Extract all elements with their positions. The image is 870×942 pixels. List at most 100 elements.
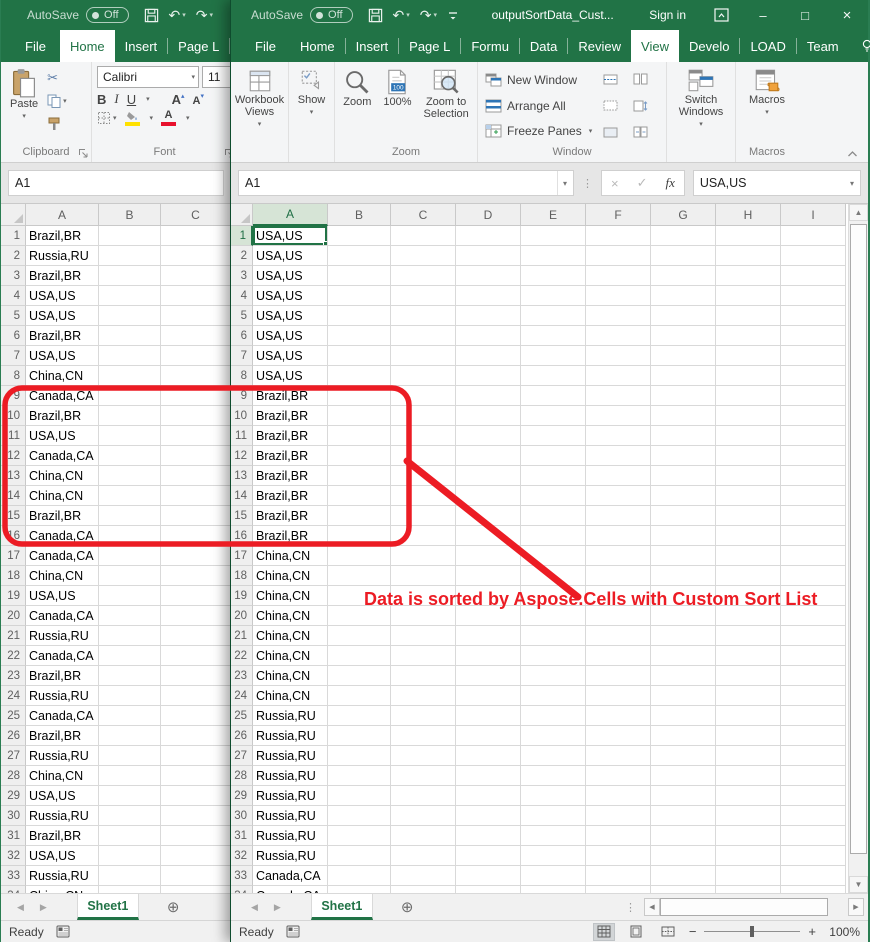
cell-D6[interactable] <box>456 326 521 346</box>
copy-button[interactable]: ▾ <box>44 91 70 111</box>
cell-E28[interactable] <box>521 766 586 786</box>
cell-C9[interactable] <box>391 386 456 406</box>
cell-A8[interactable]: USA,US <box>253 366 328 386</box>
maximize-button[interactable]: □ <box>784 8 826 23</box>
cell-A13[interactable]: China,CN <box>26 466 99 486</box>
cell-A2[interactable]: USA,US <box>253 246 328 266</box>
cell-B2[interactable] <box>99 246 161 266</box>
tab-insert[interactable]: Insert <box>115 30 168 62</box>
cell-I14[interactable] <box>781 486 846 506</box>
row-header-30[interactable]: 30 <box>1 806 26 826</box>
save-button[interactable] <box>368 8 383 23</box>
cell-C3[interactable] <box>161 266 231 286</box>
column-header-a[interactable]: A <box>253 204 328 226</box>
cell-F8[interactable] <box>586 366 651 386</box>
formula-bar-drag-handle[interactable]: ⋮ <box>582 177 593 190</box>
row-header-4[interactable]: 4 <box>1 286 26 306</box>
cell-C15[interactable] <box>391 506 456 526</box>
cell-A8[interactable]: China,CN <box>26 366 99 386</box>
cell-C9[interactable] <box>161 386 231 406</box>
cell-C7[interactable] <box>391 346 456 366</box>
cell-E23[interactable] <box>521 666 586 686</box>
cell-B32[interactable] <box>328 846 391 866</box>
row-header-22[interactable]: 22 <box>231 646 253 666</box>
tab-file[interactable]: File <box>241 30 290 62</box>
cell-B10[interactable] <box>99 406 161 426</box>
cell-C23[interactable] <box>391 666 456 686</box>
cell-B4[interactable] <box>328 286 391 306</box>
cell-E24[interactable] <box>521 686 586 706</box>
cell-G18[interactable] <box>651 566 716 586</box>
cell-G14[interactable] <box>651 486 716 506</box>
cell-H20[interactable] <box>716 606 781 626</box>
cell-E12[interactable] <box>521 446 586 466</box>
cell-C4[interactable] <box>391 286 456 306</box>
cell-F30[interactable] <box>586 806 651 826</box>
next-sheet-button[interactable]: ▶ <box>32 894 55 920</box>
row-header-27[interactable]: 27 <box>231 746 253 766</box>
cell-I29[interactable] <box>781 786 846 806</box>
column-header-a[interactable]: A <box>26 204 99 226</box>
row-header-17[interactable]: 17 <box>231 546 253 566</box>
cell-B23[interactable] <box>99 666 161 686</box>
cell-F9[interactable] <box>586 386 651 406</box>
cell-B16[interactable] <box>328 526 391 546</box>
cell-F33[interactable] <box>586 866 651 886</box>
cell-H9[interactable] <box>716 386 781 406</box>
cell-A18[interactable]: China,CN <box>26 566 99 586</box>
cell-A22[interactable]: China,CN <box>253 646 328 666</box>
row-header-15[interactable]: 15 <box>231 506 253 526</box>
cell-A21[interactable]: China,CN <box>253 626 328 646</box>
cell-B19[interactable] <box>328 586 391 606</box>
cell-B11[interactable] <box>99 426 161 446</box>
cell-F32[interactable] <box>586 846 651 866</box>
column-header-i[interactable]: I <box>781 204 846 226</box>
cell-B12[interactable] <box>99 446 161 466</box>
hide-button[interactable] <box>600 97 620 115</box>
cell-B29[interactable] <box>328 786 391 806</box>
cell-B12[interactable] <box>328 446 391 466</box>
cell-C3[interactable] <box>391 266 456 286</box>
cell-G34[interactable] <box>651 886 716 893</box>
sheet-tab[interactable]: Sheet1 <box>311 894 373 920</box>
cell-F12[interactable] <box>586 446 651 466</box>
cell-C30[interactable] <box>391 806 456 826</box>
unhide-button[interactable] <box>600 123 620 141</box>
tab-develo[interactable]: Develo <box>679 30 739 62</box>
cell-A11[interactable]: Brazil,BR <box>253 426 328 446</box>
cell-H32[interactable] <box>716 846 781 866</box>
cell-C10[interactable] <box>161 406 231 426</box>
column-header-b[interactable]: B <box>99 204 161 226</box>
row-header-21[interactable]: 21 <box>1 626 26 646</box>
new-sheet-button[interactable]: ⊕ <box>153 894 194 920</box>
cell-B18[interactable] <box>99 566 161 586</box>
autosave-toggle[interactable]: Off <box>310 7 352 23</box>
row-header-13[interactable]: 13 <box>1 466 26 486</box>
cell-I3[interactable] <box>781 266 846 286</box>
cell-F4[interactable] <box>586 286 651 306</box>
cell-D31[interactable] <box>456 826 521 846</box>
italic-button[interactable]: I <box>114 91 118 107</box>
close-button[interactable]: × <box>826 7 868 24</box>
cell-E9[interactable] <box>521 386 586 406</box>
cell-I34[interactable] <box>781 886 846 893</box>
cell-A19[interactable]: China,CN <box>253 586 328 606</box>
cell-B2[interactable] <box>328 246 391 266</box>
fill-color-button[interactable] <box>125 111 140 126</box>
enter-button[interactable]: ✓ <box>628 175 657 191</box>
cell-C31[interactable] <box>391 826 456 846</box>
tab-view[interactable]: View <box>631 30 679 62</box>
cell-A28[interactable]: Russia,RU <box>253 766 328 786</box>
name-box[interactable]: A1 ▾ <box>238 170 574 196</box>
cell-B6[interactable] <box>99 326 161 346</box>
cell-C23[interactable] <box>161 666 231 686</box>
cell-D7[interactable] <box>456 346 521 366</box>
cell-C28[interactable] <box>391 766 456 786</box>
cell-A2[interactable]: Russia,RU <box>26 246 99 266</box>
cell-I13[interactable] <box>781 466 846 486</box>
cell-B6[interactable] <box>328 326 391 346</box>
cell-H14[interactable] <box>716 486 781 506</box>
cell-D12[interactable] <box>456 446 521 466</box>
column-header-e[interactable]: E <box>521 204 586 226</box>
row-header-33[interactable]: 33 <box>231 866 253 886</box>
